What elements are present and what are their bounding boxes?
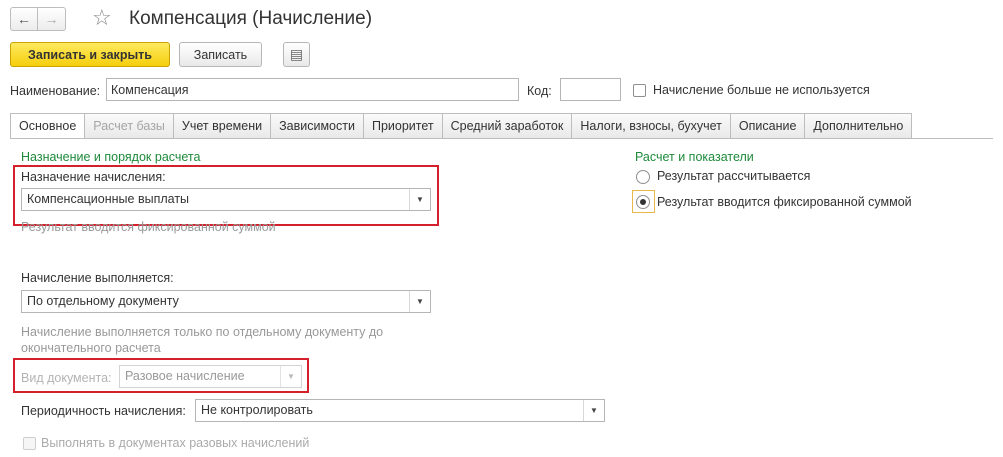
periodicity-value: Не контролировать: [201, 403, 313, 417]
tab-dependencies[interactable]: Зависимости: [271, 113, 364, 139]
calc-group-title: Расчет и показатели: [635, 150, 754, 164]
execution-hint-line2: окончательного расчета: [21, 341, 161, 355]
tab-additional[interactable]: Дополнительно: [805, 113, 913, 139]
purpose-value: Компенсационные выплаты: [27, 192, 190, 206]
periodicity-dropdown[interactable]: Не контролировать ▼: [195, 399, 605, 422]
one-time-docs-checkbox[interactable]: [23, 437, 36, 450]
chevron-down-icon[interactable]: ▼: [583, 400, 604, 421]
forward-button[interactable]: →: [38, 7, 66, 31]
code-input[interactable]: [560, 78, 621, 101]
back-button[interactable]: ←: [10, 7, 38, 31]
execution-value: По отдельному документу: [27, 294, 179, 308]
purpose-hint: Результат вводится фиксированной суммой: [21, 220, 276, 234]
doc-type-dropdown[interactable]: Разовое начисление ▼: [119, 365, 302, 388]
periodicity-label: Периодичность начисления:: [21, 404, 186, 418]
chevron-down-icon[interactable]: ▼: [280, 366, 301, 387]
chevron-down-icon[interactable]: ▼: [409, 291, 430, 312]
tab-description[interactable]: Описание: [730, 113, 806, 139]
purpose-label: Назначение начисления:: [21, 170, 166, 184]
name-label: Наименование:: [10, 84, 101, 98]
purpose-dropdown[interactable]: Компенсационные выплаты ▼: [21, 188, 431, 211]
tab-priority[interactable]: Приоритет: [363, 113, 443, 139]
page-title: Компенсация (Начисление): [129, 8, 373, 29]
arrow-right-icon: →: [44, 11, 59, 27]
more-actions-button[interactable]: ▤: [283, 42, 310, 67]
name-input[interactable]: Компенсация: [106, 78, 519, 101]
doc-type-value: Разовое начисление: [125, 369, 245, 383]
tab-time-tracking[interactable]: Учет времени: [173, 113, 272, 139]
execution-hint-line1: Начисление выполняется только по отдельн…: [21, 325, 384, 339]
calc-option-fixed-radio[interactable]: [636, 195, 650, 209]
chevron-down-icon[interactable]: ▼: [409, 189, 430, 210]
tab-bar: Основное Расчет базы Учет времени Зависи…: [10, 113, 913, 139]
purpose-group-title: Назначение и порядок расчета: [21, 150, 201, 164]
list-icon: ▤: [289, 46, 304, 62]
code-label: Код:: [527, 84, 552, 98]
favorite-star-icon[interactable]: ☆: [92, 6, 112, 30]
arrow-left-icon: ←: [17, 11, 31, 27]
not-used-checkbox[interactable]: [633, 84, 646, 97]
execution-label: Начисление выполняется:: [21, 271, 174, 285]
tab-divider: [10, 138, 993, 139]
not-used-label: Начисление больше не используется: [653, 83, 870, 97]
execution-dropdown[interactable]: По отдельному документу ▼: [21, 290, 431, 313]
save-and-close-button[interactable]: Записать и закрыть: [10, 42, 170, 67]
doc-type-label: Вид документа:: [21, 371, 112, 385]
tab-base-calculation[interactable]: Расчет базы: [85, 113, 174, 139]
calc-option-calculated-label: Результат рассчитывается: [657, 169, 811, 183]
one-time-docs-label: Выполнять в документах разовых начислени…: [41, 436, 310, 450]
save-button[interactable]: Записать: [179, 42, 262, 67]
calc-option-fixed-label: Результат вводится фиксированной суммой: [657, 195, 912, 209]
calc-option-calculated-radio[interactable]: [636, 170, 650, 184]
tab-taxes-accounting[interactable]: Налоги, взносы, бухучет: [572, 113, 731, 139]
tab-average-earnings[interactable]: Средний заработок: [442, 113, 573, 139]
tab-main[interactable]: Основное: [10, 113, 86, 139]
